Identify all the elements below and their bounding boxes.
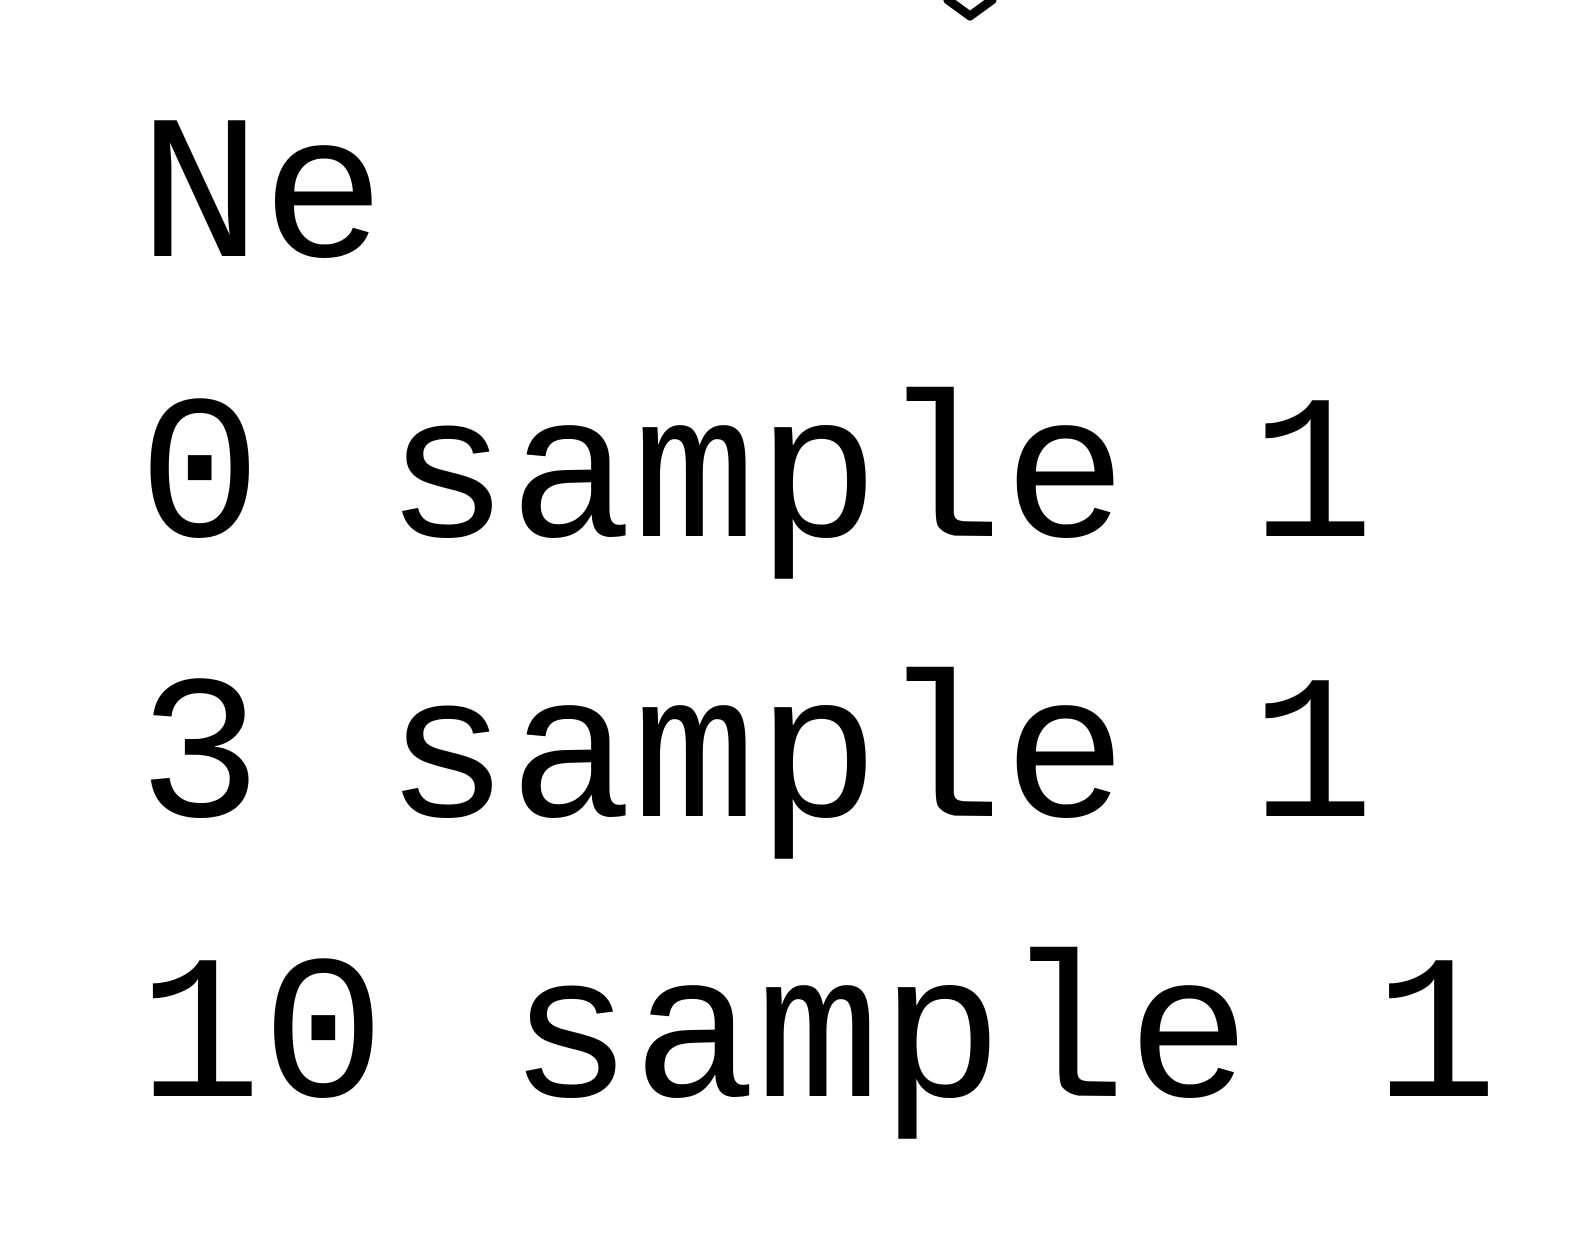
text-line: 0 sample 1 <box>138 365 1375 598</box>
text-lines: Ne 0 sample 1 3 sample 1 10 sample 1 <box>138 62 1498 1182</box>
text-line: 3 sample 1 <box>138 645 1375 878</box>
text-line: Ne <box>138 85 386 318</box>
text-line: 10 sample 1 <box>138 925 1498 1158</box>
caron-mark <box>940 0 1000 26</box>
document-page: Ne 0 sample 1 3 sample 1 10 sample 1 <box>0 0 1592 1250</box>
